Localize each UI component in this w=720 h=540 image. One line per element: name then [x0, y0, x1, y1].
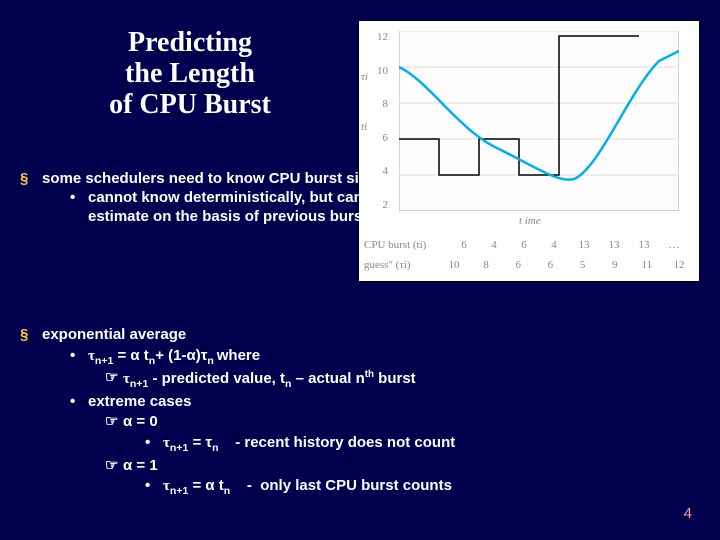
- bullet-icon: §: [20, 170, 42, 189]
- subbullet-icon: •: [70, 392, 88, 413]
- predicted-value-line: τn+1 - predicted value, tn – actual nth …: [123, 368, 416, 391]
- section1-sub: cannot know deterministically, but can e…: [88, 189, 380, 227]
- section-2: §exponential average •τn+1 = α tn+ (1-α)…: [20, 325, 700, 499]
- x-axis-label: t ime: [519, 215, 541, 227]
- guess-values: 10866591112: [439, 259, 694, 271]
- section2-text: exponential average: [42, 325, 186, 346]
- alpha-zero-formula: τn+1 = τn - recent history does not coun…: [163, 433, 455, 455]
- y-label-t: ti: [361, 121, 367, 133]
- slide-title: Predicting the Length of CPU Burst: [60, 28, 320, 120]
- finger-icon: ☞: [105, 412, 123, 433]
- alpha-one-label: α = 1: [123, 456, 158, 477]
- cpu-burst-values: 6464131313…: [449, 239, 689, 251]
- formula-line: τn+1 = α tn+ (1-α)τn where: [88, 346, 260, 368]
- subsubbullet-icon: •: [145, 433, 163, 455]
- extreme-cases-label: extreme cases: [88, 392, 191, 413]
- burst-prediction-chart: 12108642 τi ti t ime CPU burst (ti) 6464…: [358, 20, 700, 282]
- chart-plot-area: [399, 31, 679, 211]
- alpha-one-formula: τn+1 = α tn - only last CPU burst counts: [163, 476, 452, 498]
- subbullet-icon: •: [70, 189, 88, 227]
- subbullet-icon: •: [70, 346, 88, 368]
- cpu-burst-row-label: CPU burst (ti): [364, 239, 426, 251]
- finger-icon: ☞: [105, 456, 123, 477]
- guess-row-label: guess" (τi): [364, 259, 411, 271]
- section-1: §some schedulers need to know CPU burst …: [20, 170, 380, 226]
- page-number: 4: [684, 505, 692, 522]
- y-label-tau: τi: [361, 71, 368, 83]
- bullet-icon: §: [20, 325, 42, 346]
- subsubbullet-icon: •: [145, 476, 163, 498]
- alpha-zero-label: α = 0: [123, 412, 158, 433]
- section1-text: some schedulers need to know CPU burst s…: [42, 170, 375, 189]
- finger-icon: ☞: [105, 368, 123, 391]
